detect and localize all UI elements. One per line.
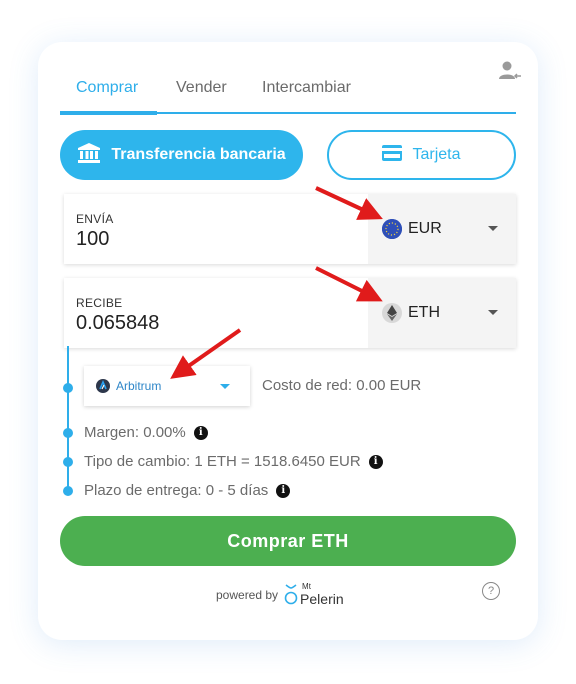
card-label: Tarjeta [412, 146, 461, 163]
eth-coin-icon [382, 303, 402, 323]
margin-text: Margen: 0.00% [84, 424, 186, 441]
send-currency-code: EUR [408, 220, 442, 237]
receive-currency-select[interactable]: ETH [368, 278, 516, 348]
margin-row: Margen: 0.00% i [84, 424, 208, 441]
send-amount-field: ENVÍA 100 EUR [64, 194, 516, 264]
powered-by-text: powered by [216, 588, 279, 602]
network-fee: Costo de red: 0.00 EUR [84, 377, 421, 394]
details-timeline [67, 346, 69, 492]
bank-icon [77, 142, 101, 169]
tab-comprar[interactable]: Comprar [76, 78, 138, 110]
powered-by: powered by Mt Pelerin [216, 582, 348, 608]
tab-bar: Comprar Vender Intercambiar [60, 72, 516, 115]
receive-amount-field: RECIBE 0.065848 ETH [64, 278, 516, 348]
exchange-rate-text: Tipo de cambio: 1 ETH = 1518.6450 EUR [84, 453, 361, 470]
tab-vender[interactable]: Vender [176, 78, 227, 110]
mt-pelerin-logo[interactable]: Mt Pelerin [284, 582, 348, 608]
chevron-down-icon [488, 226, 498, 231]
receive-currency-code: ETH [408, 304, 440, 321]
network-fee-text: Costo de red: 0.00 EUR [262, 377, 422, 394]
timeline-dot [63, 486, 73, 496]
send-amount-input[interactable]: 100 [76, 228, 109, 251]
send-label: ENVÍA [76, 212, 114, 226]
timeline-dot [63, 428, 73, 438]
receive-label: RECIBE [76, 296, 123, 310]
card-icon [382, 144, 403, 166]
bank-transfer-button[interactable]: Transferencia bancaria [60, 130, 303, 180]
delivery-time-row: Plazo de entrega: 0 - 5 días i [84, 482, 291, 499]
brand-top: Mt [302, 582, 311, 591]
info-icon[interactable]: i [193, 425, 208, 440]
brand-name: Pelerin [300, 591, 344, 607]
exchange-rate-row: Tipo de cambio: 1 ETH = 1518.6450 EUR i [84, 453, 383, 470]
info-icon[interactable]: i [368, 454, 383, 469]
chevron-down-icon [488, 310, 498, 315]
delivery-time-text: Plazo de entrega: 0 - 5 días [84, 482, 269, 499]
help-icon[interactable]: ? [482, 582, 500, 600]
info-icon[interactable]: i [276, 483, 291, 498]
buy-button[interactable]: Comprar ETH [60, 516, 516, 566]
user-settings-icon[interactable] [498, 60, 522, 82]
timeline-dot [63, 457, 73, 467]
active-tab-indicator [60, 111, 157, 115]
timeline-dot [63, 383, 73, 393]
send-currency-select[interactable]: EUR [368, 194, 516, 264]
receive-amount-value: 0.065848 [76, 312, 160, 334]
bank-transfer-label: Transferencia bancaria [111, 146, 286, 163]
card-payment-button[interactable]: Tarjeta [327, 130, 516, 180]
tab-intercambiar[interactable]: Intercambiar [262, 78, 351, 110]
euro-coin-icon [382, 219, 402, 239]
